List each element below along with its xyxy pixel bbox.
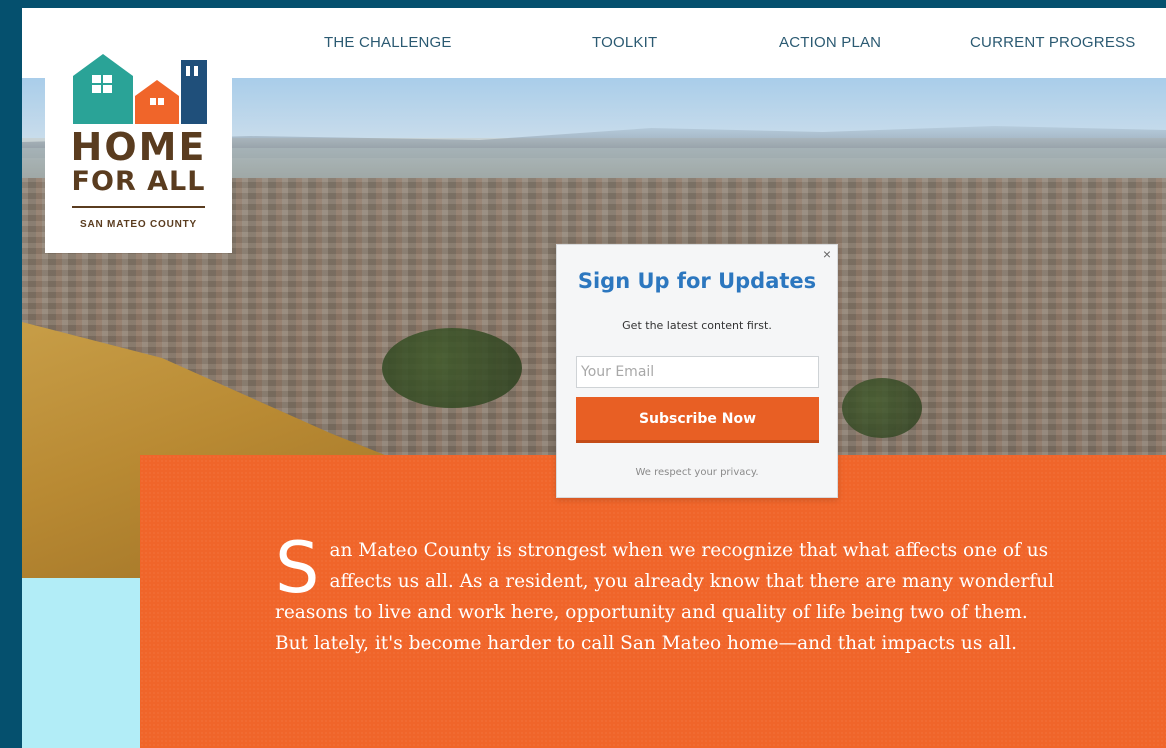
- nav-item-toolkit[interactable]: TOOLKIT: [592, 34, 657, 51]
- nav-item-current-progress[interactable]: CURRENT PROGRESS: [970, 34, 1135, 51]
- signup-popup: × Sign Up for Updates Get the latest con…: [556, 244, 838, 498]
- intro-paragraph-2: But lately, it's become harder to call S…: [275, 633, 1017, 654]
- hero-trees: [382, 328, 522, 408]
- logo-text-for-all: FOR ALL: [71, 166, 206, 197]
- page-frame: THE CHALLENGE TOOLKIT ACTION PLAN CURREN…: [22, 8, 1166, 748]
- houses-logo-icon: [73, 54, 207, 124]
- accent-band: [22, 578, 140, 748]
- nav-item-action-plan[interactable]: ACTION PLAN: [779, 34, 881, 51]
- logo-divider: [72, 206, 205, 208]
- logo-text-county: SAN MATEO COUNTY: [79, 219, 198, 230]
- subscribe-button[interactable]: Subscribe Now: [576, 397, 819, 443]
- email-field[interactable]: [576, 356, 819, 388]
- nav-item-the-challenge[interactable]: THE CHALLENGE: [324, 34, 452, 51]
- hero-trees: [842, 378, 922, 438]
- site-logo[interactable]: HOME FOR ALL SAN MATEO COUNTY: [45, 16, 232, 253]
- intro-panel: S an Mateo County is strongest when we r…: [140, 455, 1166, 748]
- intro-paragraph-1: an Mateo County is strongest when we rec…: [275, 540, 1055, 623]
- privacy-note: We respect your privacy.: [635, 467, 759, 478]
- close-icon[interactable]: ×: [823, 247, 831, 261]
- intro-text: S an Mateo County is strongest when we r…: [275, 527, 1115, 659]
- popup-subtitle: Get the latest content first.: [622, 319, 772, 332]
- logo-text-home: HOME: [70, 125, 207, 169]
- popup-title: Sign Up for Updates: [577, 269, 817, 293]
- drop-cap: S: [275, 527, 320, 609]
